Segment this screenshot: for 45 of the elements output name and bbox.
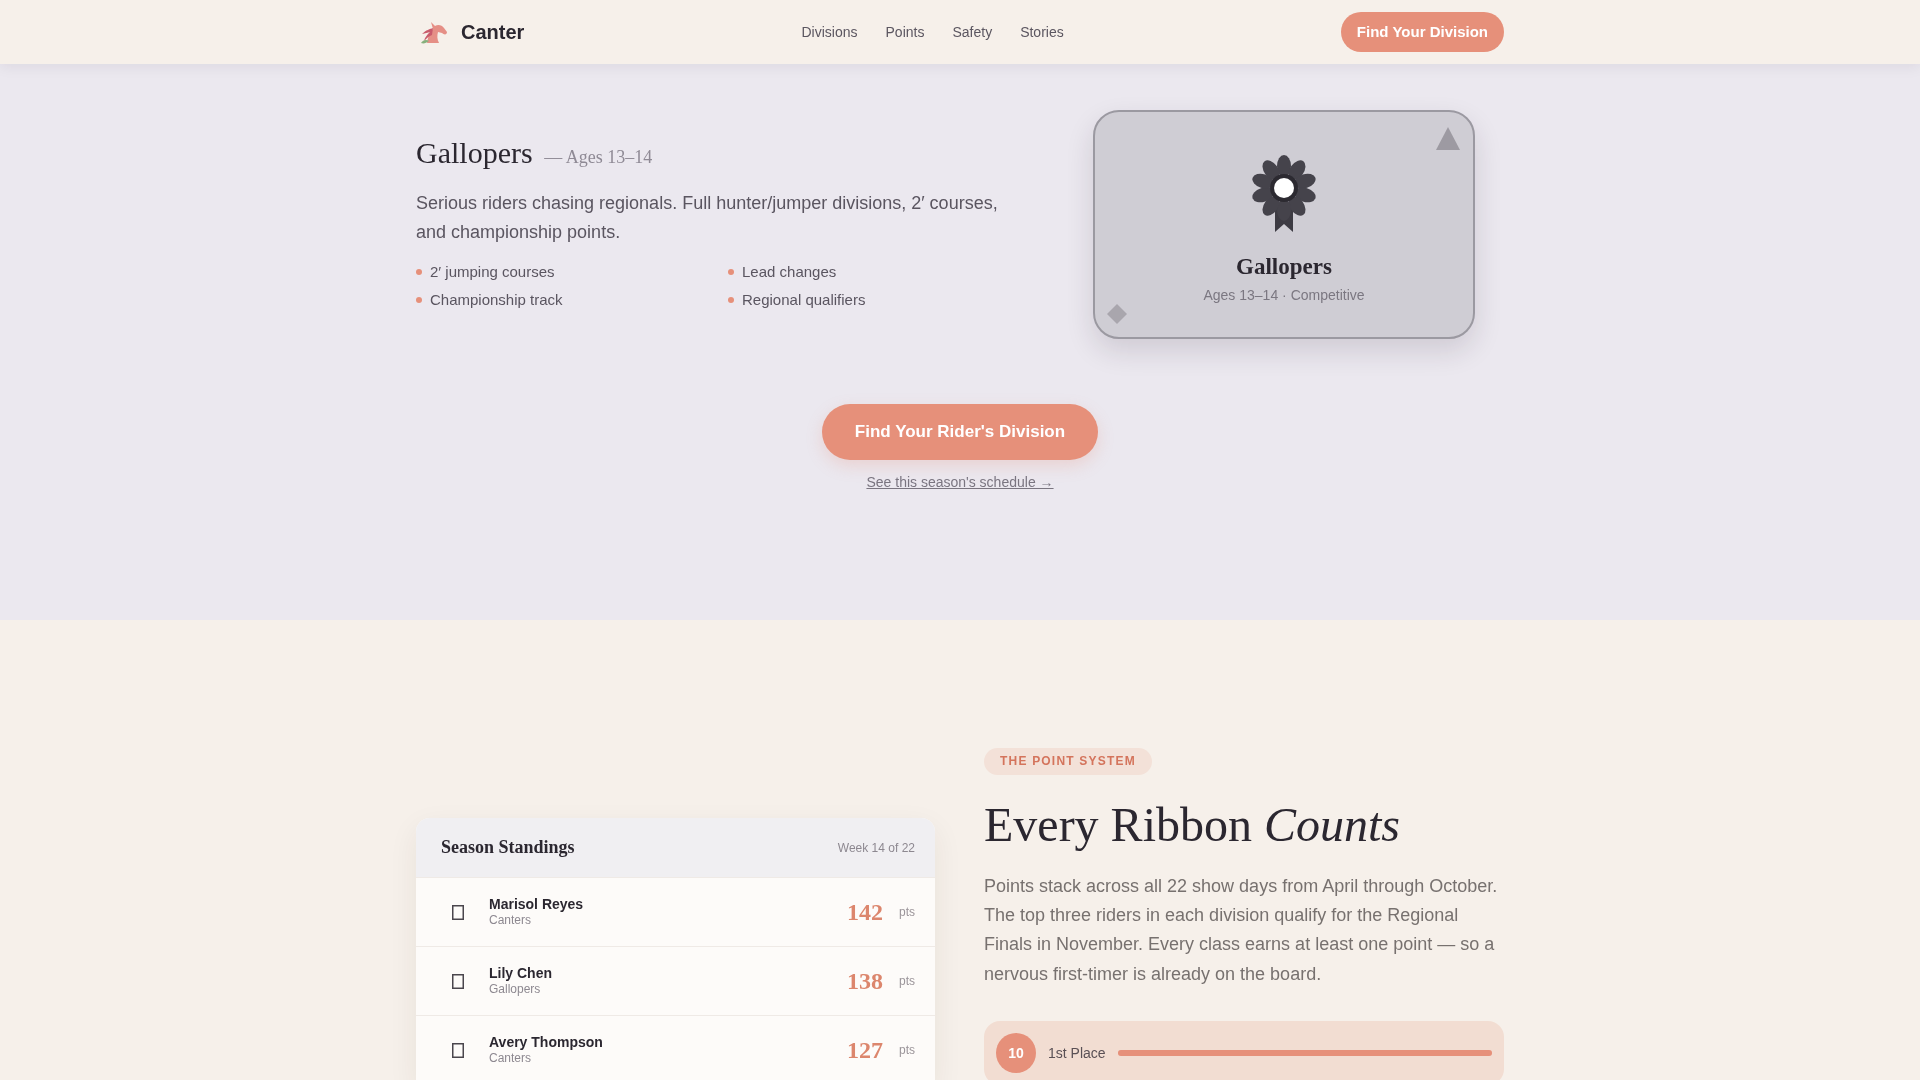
- horse-head-icon: [420, 20, 448, 44]
- card-title: Gallopers: [1236, 253, 1332, 281]
- week-label: Week 14 of 22: [837, 839, 915, 857]
- feature-text: Lead changes: [742, 261, 837, 282]
- division-title: Gallopers: [416, 136, 533, 170]
- brand-link[interactable]: Canter: [416, 17, 525, 47]
- empty-square-icon: [452, 904, 464, 920]
- feature-text: Championship track: [430, 289, 563, 310]
- rider-name: Avery Thompson: [489, 1033, 604, 1051]
- empty-square-icon: [452, 973, 464, 989]
- points-unit: pts: [899, 973, 915, 990]
- rider-division: Canters: [489, 912, 533, 929]
- standings-title: Season Standings: [441, 836, 575, 859]
- rider-name: Lily Chen: [489, 964, 553, 982]
- rider-division: Canters: [489, 1050, 533, 1067]
- nav-link[interactable]: Divisions: [801, 21, 858, 43]
- schedule-link[interactable]: See this season's schedule →: [866, 472, 1054, 493]
- points-value: 138: [847, 967, 883, 996]
- rosette-icon: [1251, 155, 1317, 232]
- bullet-dot-icon: [728, 268, 734, 275]
- feature-text: Regional qualifiers: [742, 289, 866, 310]
- feature-text: 2′ jumping courses: [430, 261, 555, 282]
- bullet-dot-icon: [416, 268, 422, 275]
- rider-name: Marisol Reyes: [489, 895, 585, 913]
- diamond-icon: [1107, 304, 1127, 324]
- empty-square-icon: [452, 1042, 464, 1058]
- points-value: 142: [847, 898, 883, 927]
- points-unit: pts: [899, 904, 915, 921]
- rider-division: Gallopers: [489, 981, 542, 998]
- points-unit: pts: [899, 1042, 915, 1059]
- bullet-dot-icon: [416, 296, 422, 303]
- section-description: Points stack across all 22 show days from April through October. The top three riders in each division qualify for the Regional Finals in November. Every class earns at least one point — so a nervous first-timer is already on the board.: [984, 874, 1499, 986]
- place-points: 10: [996, 1033, 1036, 1074]
- card-meta: Ages 13–14 · Competitive: [1203, 285, 1365, 305]
- age-range: — Ages 13–14: [544, 147, 653, 168]
- bullet-dot-icon: [728, 296, 734, 303]
- section-heading: Every Ribbon Counts: [984, 799, 1401, 852]
- place-label: 1st Place: [1048, 1043, 1106, 1063]
- section-badge: THE POINT SYSTEM: [984, 748, 1152, 775]
- nav-link[interactable]: Stories: [1020, 21, 1064, 43]
- triangle-icon: [1436, 127, 1460, 150]
- division-description: Serious riders chasing regionals. Full hunter/jumper divisions, 2′ courses, and championship points.: [416, 192, 999, 244]
- nav-link[interactable]: Safety: [952, 21, 993, 43]
- points-value: 127: [847, 1036, 883, 1065]
- nav-link[interactable]: Points: [885, 21, 925, 43]
